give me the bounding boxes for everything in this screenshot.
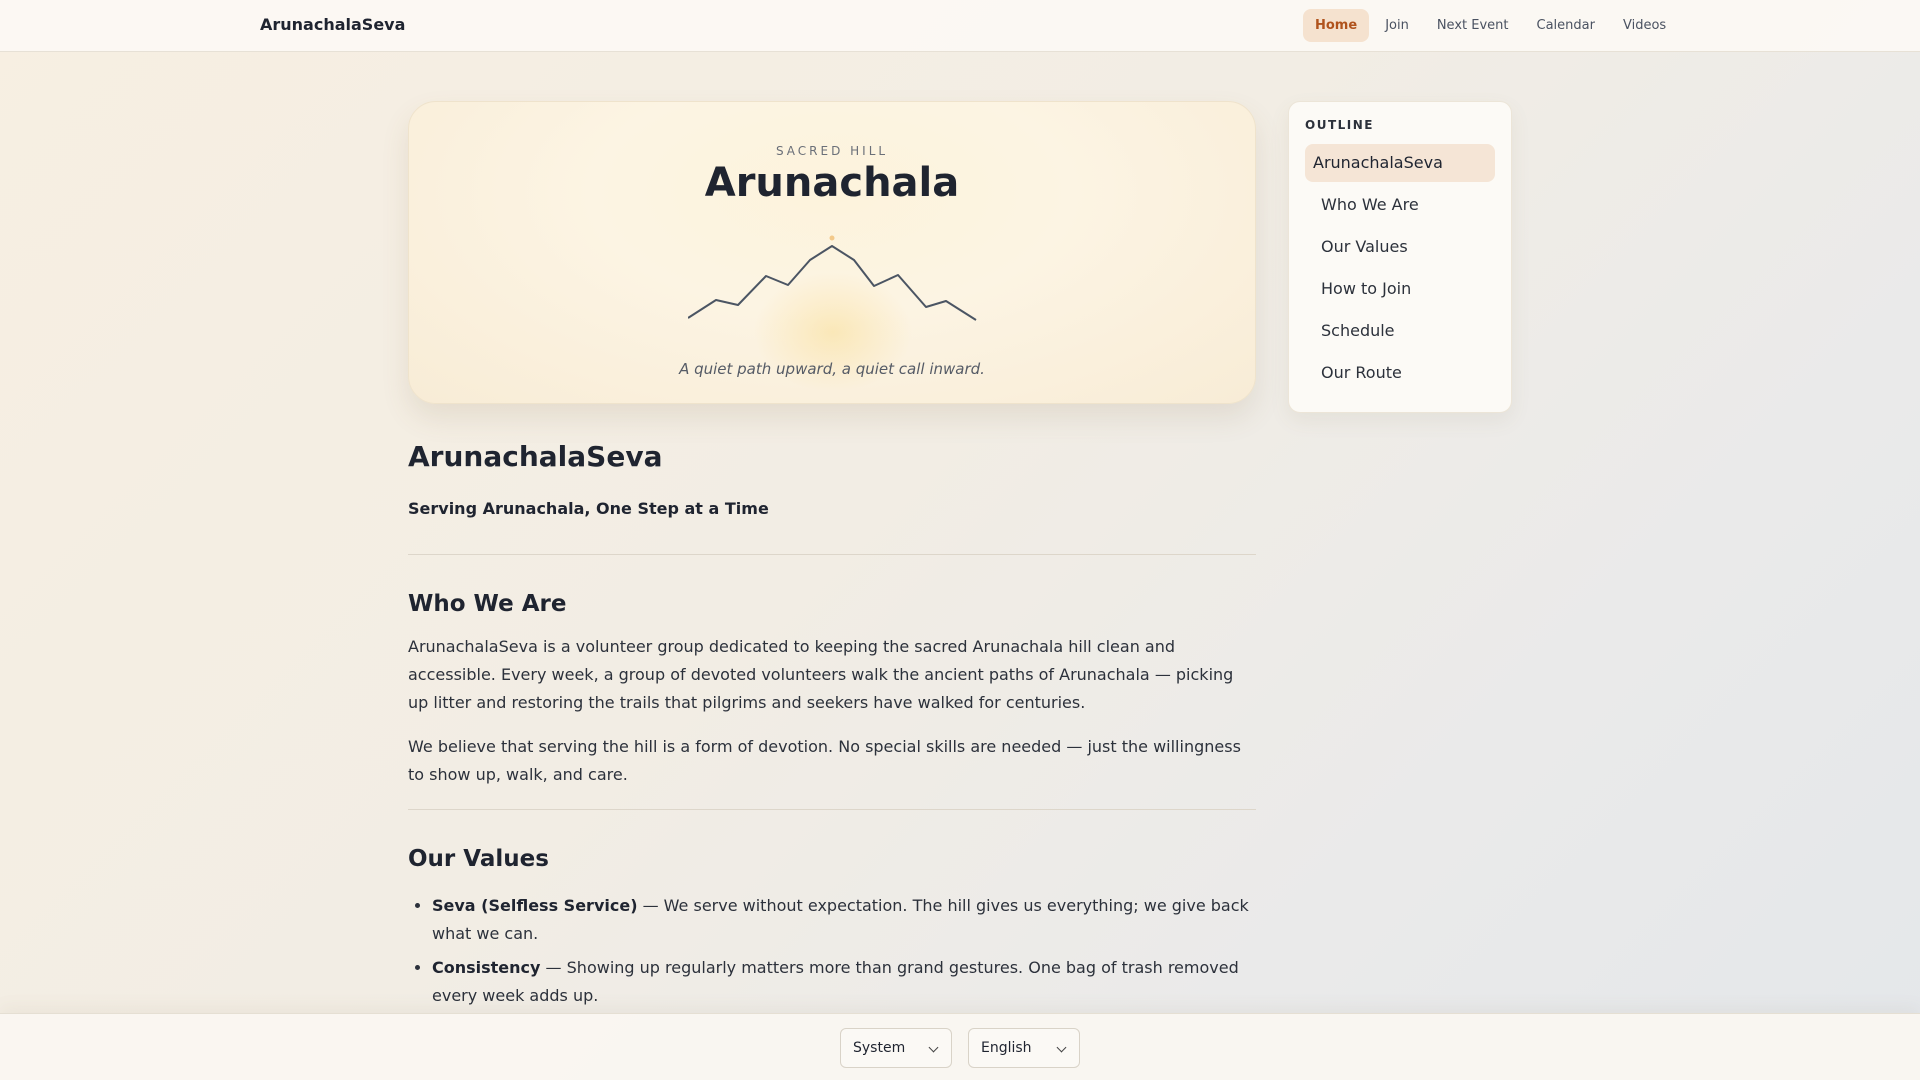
value-text: — Showing up regularly matters more than…: [432, 958, 1239, 1005]
values-list: Seva (Selfless Service) — We serve witho…: [408, 892, 1256, 1010]
language-select[interactable]: English: [968, 1028, 1080, 1068]
page-title: ArunachalaSeva: [408, 440, 663, 473]
paragraph: ArunachalaSeva is a volunteer group dedi…: [408, 637, 1234, 712]
hero-card: SACRED HILL Arunachala A quiet path upwa…: [408, 101, 1256, 404]
chevron-down-icon: [1056, 1042, 1067, 1053]
outline-item-arunachalaseva[interactable]: ArunachalaSeva: [1305, 144, 1495, 182]
theme-select-value: System: [853, 1040, 906, 1056]
sun-dot: [829, 235, 835, 241]
paragraph: We believe that serving the hill is a fo…: [408, 737, 1241, 784]
page-subtitle: Serving Arunachala, One Step at a Time: [408, 499, 769, 518]
nav-link-next-event[interactable]: Next Event: [1425, 9, 1521, 42]
outline-item-how-to-join[interactable]: How to Join: [1305, 270, 1495, 308]
section-heading-who-we-are: Who We Are: [408, 591, 567, 617]
theme-select[interactable]: System: [840, 1028, 952, 1068]
chevron-down-icon: [928, 1042, 939, 1053]
list-item: Seva (Selfless Service) — We serve witho…: [432, 892, 1256, 948]
outline-item-schedule[interactable]: Schedule: [1305, 312, 1495, 350]
mountain-outline: [688, 245, 977, 321]
language-select-value: English: [981, 1040, 1032, 1056]
mountain-icon: [688, 235, 977, 321]
hero-title: Arunachala: [704, 160, 960, 206]
main-content: ArunachalaSeva Serving Arunachala, One S…: [408, 440, 1256, 1016]
nav-link-calendar[interactable]: Calendar: [1525, 9, 1607, 42]
nav-links: Home Join Next Event Calendar Videos: [1303, 9, 1682, 42]
outline-heading: OUTLINE: [1305, 118, 1374, 132]
nav-link-join[interactable]: Join: [1373, 9, 1421, 42]
outline-item-our-values[interactable]: Our Values: [1305, 228, 1495, 266]
nav-link-videos[interactable]: Videos: [1611, 9, 1678, 42]
outline-item-who-we-are[interactable]: Who We Are: [1305, 186, 1495, 224]
bottom-bar: System English: [0, 1013, 1920, 1080]
value-term: Consistency: [432, 958, 541, 977]
section-heading-our-values: Our Values: [408, 846, 549, 872]
hero-tagline: A quiet path upward, a quiet call inward…: [679, 360, 985, 378]
divider: [408, 809, 1256, 810]
hero-eyebrow: SACRED HILL: [775, 144, 889, 158]
divider: [408, 554, 1256, 555]
top-nav: ArunachalaSeva Home Join Next Event Cale…: [0, 0, 1920, 52]
nav-link-home[interactable]: Home: [1303, 9, 1370, 42]
value-term: Seva (Selfless Service): [432, 896, 638, 915]
brand-logo[interactable]: ArunachalaSeva: [260, 15, 405, 34]
outline-sidebar: OUTLINE ArunachalaSeva Who We Are Our Va…: [1288, 101, 1512, 413]
outline-item-our-route[interactable]: Our Route: [1305, 354, 1495, 392]
list-item: Consistency — Showing up regularly matte…: [432, 954, 1256, 1010]
